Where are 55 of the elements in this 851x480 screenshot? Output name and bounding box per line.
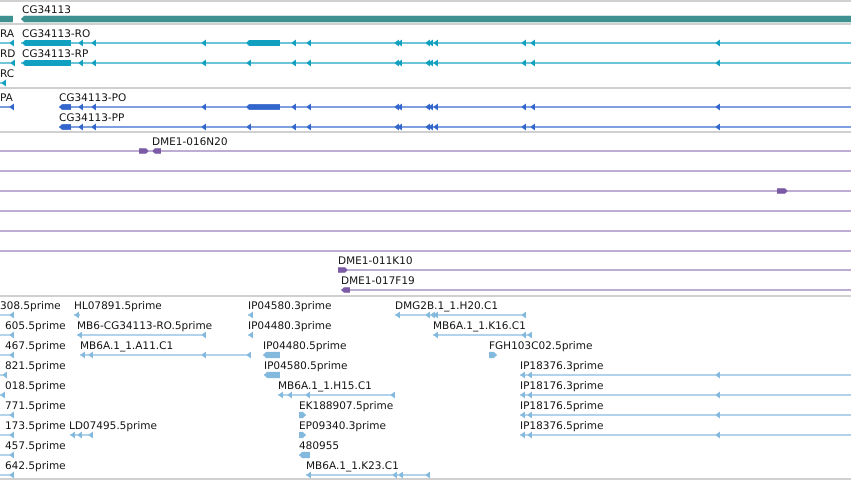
feature-label: IP04580.5prime <box>264 360 348 372</box>
feature-glyph[interactable] <box>0 80 6 86</box>
feature-label: RA <box>0 28 14 40</box>
feature-label: IP18376.3prime <box>520 360 604 372</box>
feature-label: 018.5prime <box>5 380 66 392</box>
feature-glyph[interactable] <box>338 267 851 273</box>
feature-glyph[interactable] <box>0 148 851 154</box>
feature-label: 642.5prime <box>5 460 66 472</box>
feature-label: DME1-017F19 <box>341 275 415 287</box>
feature-label: MB6-CG34113-RO.5prime <box>77 320 212 332</box>
feature-label: 605.5prime <box>5 320 66 332</box>
feature-label: 467.5prime <box>5 340 66 352</box>
feature-label: CG34113-RP <box>22 48 88 60</box>
feature-glyph[interactable] <box>59 104 851 110</box>
feature-label: 457.5prime <box>5 440 66 452</box>
feature-label: 173.5prime <box>5 420 66 432</box>
feature-label: DMG2B.1_1.H20.C1 <box>395 300 498 312</box>
feature-label: 480955 <box>299 440 340 452</box>
feature-label: IP18176.3prime <box>520 380 604 392</box>
feature-label: EK188907.5prime <box>299 400 394 412</box>
feature-glyph[interactable] <box>0 188 851 194</box>
feature-label: EP09340.3prime <box>299 420 386 432</box>
feature-label: HL07891.5prime <box>74 300 162 312</box>
feature-label: CG34113-PO <box>59 92 126 104</box>
feature-label: IP18176.5prime <box>520 400 604 412</box>
feature-label: IP18376.5prime <box>520 420 604 432</box>
feature-label: CG34113-PP <box>59 112 124 124</box>
feature-label: DME1-016N20 <box>152 136 228 148</box>
gene-glyph[interactable] <box>21 16 851 22</box>
feature-label: IP04480.5prime <box>263 340 346 352</box>
feature-label: LD07495.5prime <box>69 420 157 432</box>
feature-glyph[interactable] <box>21 60 851 66</box>
feature-glyph[interactable] <box>59 124 851 130</box>
feature-label: MB6A.1_1.H15.C1 <box>278 380 372 392</box>
feature-label: RD <box>0 48 16 60</box>
feature-glyph[interactable] <box>341 287 851 293</box>
feature-glyph[interactable] <box>21 40 851 46</box>
feature-label: CG34113 <box>22 4 71 16</box>
feature-label: PA <box>0 92 13 104</box>
feature-label: RC <box>0 68 14 80</box>
feature-label: IP04580.3prime <box>248 300 332 312</box>
feature-glyph[interactable] <box>0 60 15 66</box>
feature-label: DME1-011K10 <box>338 255 413 267</box>
feature-label: 308.5prime <box>0 300 61 312</box>
feature-glyph[interactable] <box>0 40 14 46</box>
feature-label: IP04480.3prime <box>248 320 332 332</box>
feature-label: MB6A.1_1.K23.C1 <box>306 460 399 472</box>
feature-label: 821.5prime <box>5 360 66 372</box>
feature-label: 771.5prime <box>5 400 66 412</box>
feature-glyph[interactable] <box>0 104 14 110</box>
feature-label: CG34113-RO <box>22 28 90 40</box>
feature-label: MB6A.1_1.A11.C1 <box>80 340 174 352</box>
gene-glyph[interactable] <box>0 16 13 22</box>
feature-label: MB6A.1_1.K16.C1 <box>433 320 526 332</box>
feature-label: FGH103C02.5prime <box>489 340 592 352</box>
